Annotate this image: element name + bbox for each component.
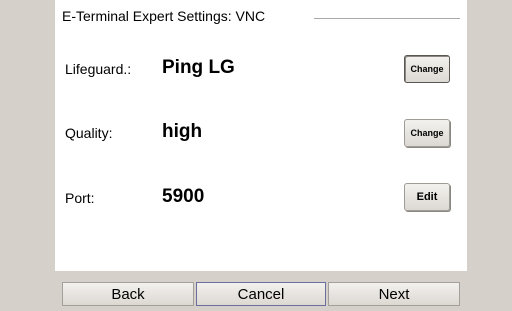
back-button[interactable]: Back	[62, 282, 194, 306]
quality-value: high	[162, 121, 203, 142]
group-border-line	[314, 18, 460, 19]
next-button[interactable]: Next	[328, 282, 460, 306]
port-value: 5900	[162, 186, 205, 207]
group-title: E-Terminal Expert Settings: VNC	[62, 8, 266, 24]
lifeguard-label: Lifeguard.:	[65, 61, 132, 77]
port-edit-button[interactable]: Edit	[404, 183, 450, 211]
port-label: Port:	[65, 190, 95, 206]
quality-change-button[interactable]: Change	[404, 119, 450, 147]
navigation-bar: Back Cancel Next	[62, 282, 460, 306]
lifeguard-value: Ping LG	[162, 57, 235, 78]
lifeguard-change-button[interactable]: Change	[404, 55, 450, 83]
cancel-button[interactable]: Cancel	[196, 282, 326, 306]
quality-label: Quality:	[65, 125, 113, 141]
